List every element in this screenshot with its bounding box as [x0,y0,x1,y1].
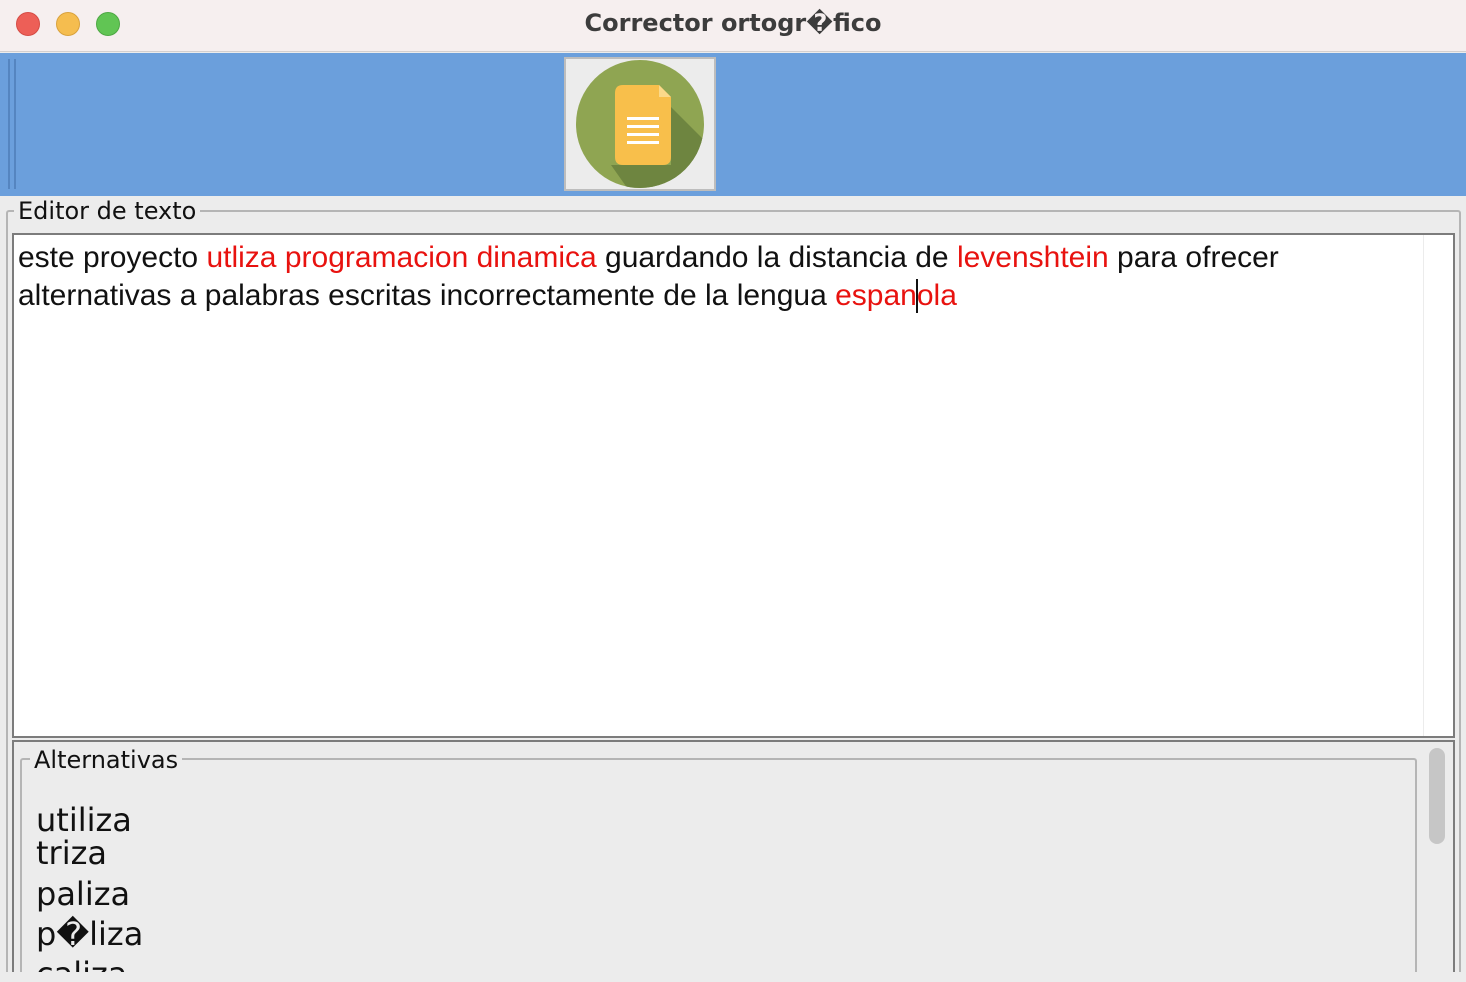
misspelled-word[interactable]: programacion [285,241,468,274]
editor-text-span: este proyecto [18,241,207,274]
editor-legend: Editor de texto [14,197,201,225]
misspelled-word[interactable]: dinamica [477,241,597,274]
title-bar: Corrector ortogr�fico [0,0,1466,52]
editor-text-span: para ofrecer [1108,241,1279,274]
editor-text-span [468,241,476,274]
text-editor[interactable]: este proyecto utliza programacion dinami… [12,233,1455,738]
misspelled-word[interactable]: espan [835,279,917,312]
window-title: Corrector ortogr�fico [584,9,882,37]
alternative-item[interactable]: p�liza [36,914,143,954]
document-icon [576,60,704,188]
alternatives-scrollbar-thumb[interactable] [1429,748,1445,844]
check-document-button[interactable] [564,57,716,191]
editor-text-content[interactable]: este proyecto utliza programacion dinami… [18,239,1418,315]
editor-line: alternativas a palabras escritas incorre… [18,277,1418,315]
alternatives-scroll-pane: utiliza triza paliza p�liza caliza Alternati… [12,740,1455,982]
misspelled-word[interactable]: utliza [206,241,276,274]
misspelled-word[interactable]: levenshtein [957,241,1109,274]
editor-line: este proyecto utliza programacion dinami… [18,239,1418,277]
editor-text-span: alternativas a palabras escritas incorre… [18,279,836,312]
alternatives-list[interactable]: utiliza triza paliza p�liza caliza [36,802,143,982]
editor-text-span [276,241,284,274]
editor-text-span: guardando la distancia de [596,241,957,274]
alternative-item[interactable]: triza [36,837,143,874]
toolbar [0,53,1466,196]
alternative-item[interactable]: paliza [36,874,143,914]
toolbar-grip[interactable] [8,59,16,189]
window-bottom-edge [0,972,1466,982]
alternatives-group-frame: utiliza triza paliza p�liza caliza [20,758,1417,982]
editor-scrollbar-track[interactable] [1423,235,1453,736]
misspelled-word[interactable]: ola [917,279,957,312]
alternative-item[interactable]: utiliza [36,802,143,838]
alternatives-legend: Alternativas [30,746,183,774]
